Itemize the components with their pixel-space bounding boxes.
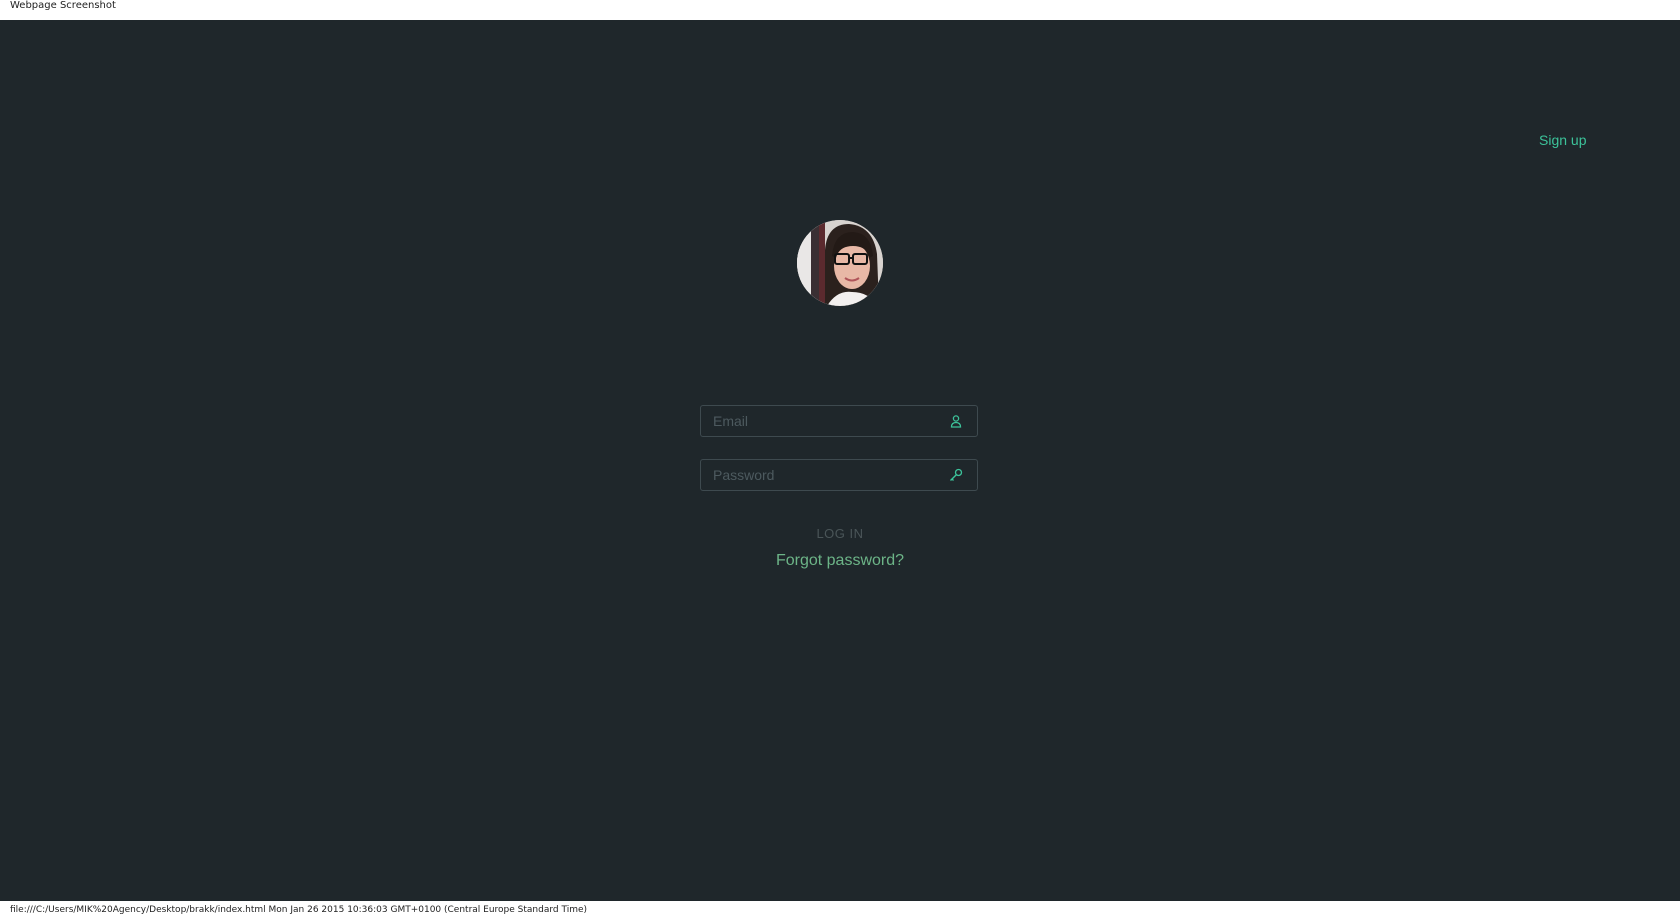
login-button[interactable]: LOG IN xyxy=(790,523,890,543)
login-page: Sign up LOG IN xyxy=(0,20,1680,901)
window-caption: Webpage Screenshot xyxy=(10,0,116,11)
avatar xyxy=(797,220,883,306)
email-input[interactable] xyxy=(713,406,943,436)
password-input[interactable] xyxy=(713,460,943,490)
signup-link[interactable]: Sign up xyxy=(1539,132,1586,148)
screenshot-caption-bar: Webpage Screenshot xyxy=(0,0,1680,20)
avatar-photo xyxy=(797,220,883,306)
status-bar-text: file:///C:/Users/MIK%20Agency/Desktop/br… xyxy=(10,905,588,915)
forgot-password-link[interactable]: Forgot password? xyxy=(740,552,940,570)
user-icon xyxy=(950,415,962,428)
key-icon xyxy=(950,468,963,481)
password-field[interactable] xyxy=(700,459,978,491)
status-bar: file:///C:/Users/MIK%20Agency/Desktop/br… xyxy=(0,901,1680,921)
email-field[interactable] xyxy=(700,405,978,437)
